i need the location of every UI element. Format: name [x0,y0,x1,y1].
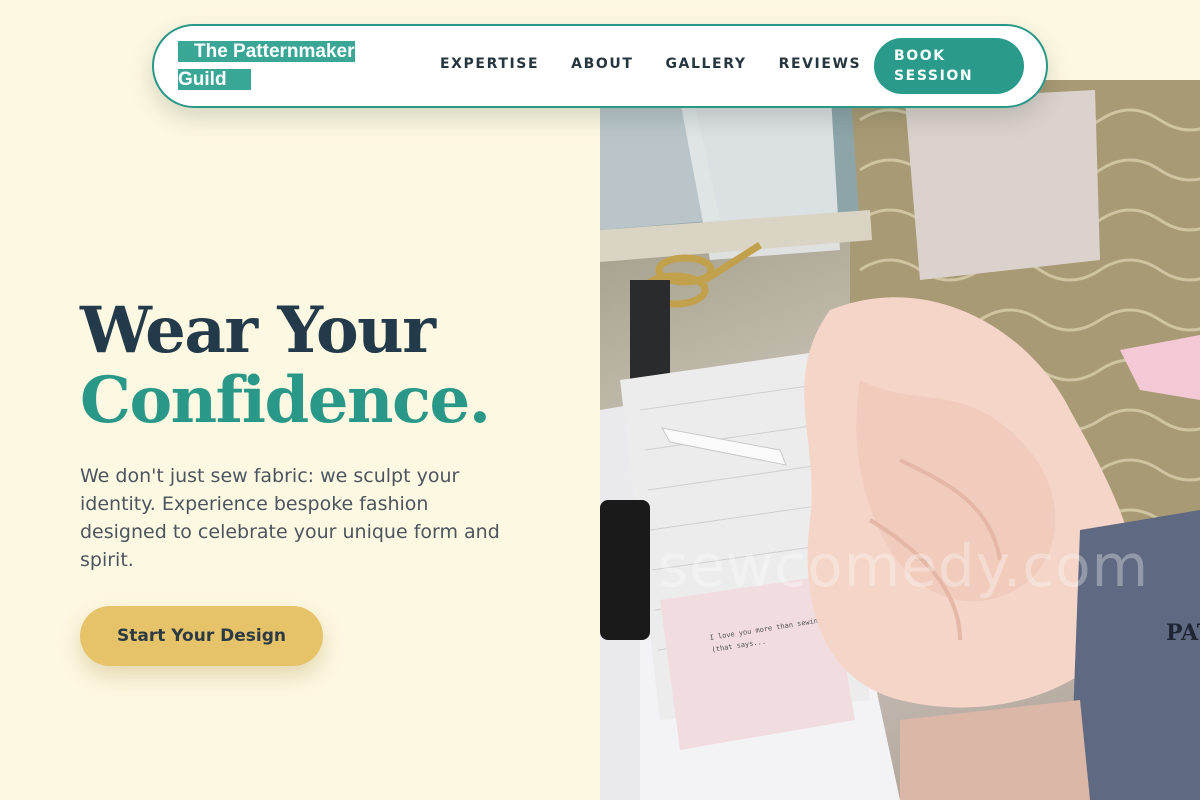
hero-title: Wear Your Confidence. [80,293,491,438]
hero-photo: I love you more than sewin (that says...… [600,80,1200,800]
logo-line-2: Guild [178,69,251,90]
nav-link-gallery[interactable]: GALLERY [665,56,746,72]
book-button-line-1: BOOK [894,48,946,64]
nav-link-about[interactable]: ABOUT [571,56,633,72]
logo-line-1: The Patternmaker [178,41,355,62]
top-navbar: The Patternmaker Guild EXPERTISE ABOUT G… [152,24,1048,108]
hero-subtitle: We don't just sew fabric: we sculpt your… [80,465,500,571]
nav-links: EXPERTISE ABOUT GALLERY REVIEWS [440,56,861,72]
watermark: sewcomedy.com [658,532,1150,600]
hero-title-line-2: Confidence. [80,363,491,438]
hero-title-line-1: Wear Your [80,293,436,368]
nav-link-reviews[interactable]: REVIEWS [779,56,862,72]
nav-link-expertise[interactable]: EXPERTISE [440,56,539,72]
book-button-line-2: SESSION [894,68,974,84]
start-design-button[interactable]: Start Your Design [80,606,323,666]
book-session-button[interactable]: BOOK SESSION [874,38,1024,94]
sewing-flatlay-illustration: I love you more than sewin (that says...… [600,80,1200,800]
brand-logo[interactable]: The Patternmaker Guild [178,38,358,94]
book-cover-text: PAT SOU [1166,620,1200,646]
